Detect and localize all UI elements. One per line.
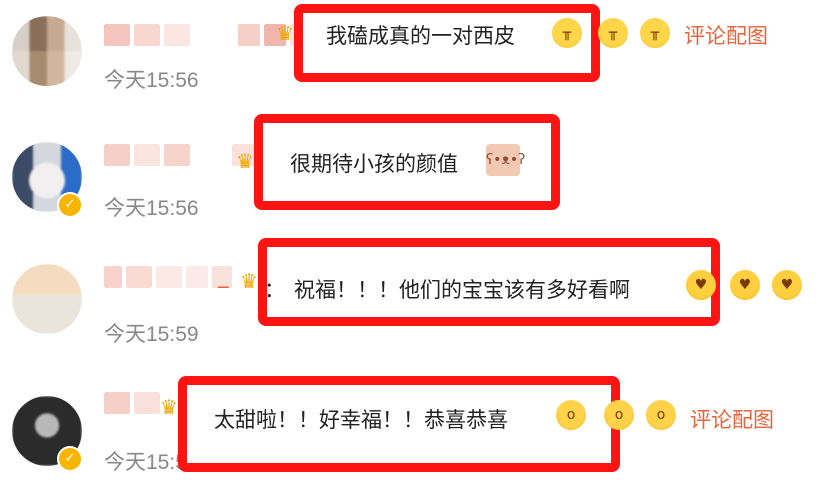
crying-face-icon: ╥ bbox=[598, 18, 628, 48]
comment-text: 我磕成真的一对西皮 bbox=[326, 24, 515, 48]
kissing-face-icon: ♥ bbox=[730, 270, 760, 300]
comment-text: 很期待小孩的颜值 bbox=[290, 152, 458, 176]
comment-list: ♛ 今天15:56 我磕成真的一对西皮 ╥ ╥ ╥ 评论配图 ✓ ♛ 今天15:… bbox=[0, 0, 824, 488]
crying-face-icon: ╥ bbox=[640, 18, 670, 48]
username-redacted[interactable] bbox=[104, 266, 232, 288]
comment-time: 今天15:59 bbox=[104, 323, 199, 346]
comment-colon: ： bbox=[264, 278, 285, 302]
username-redacted[interactable] bbox=[104, 392, 160, 414]
verified-badge-icon: ✓ bbox=[57, 446, 83, 472]
username-tail: _ bbox=[218, 264, 229, 288]
comment-item: _ ♛ ： 今天15:59 祝福！！！他们的宝宝该有多好看啊 ♥ ♥ ♥ bbox=[0, 238, 824, 362]
crown-icon: ♛ bbox=[240, 269, 258, 293]
username-redacted[interactable] bbox=[104, 144, 254, 166]
crying-face-icon: ╥ bbox=[552, 18, 582, 48]
verified-badge-icon: ✓ bbox=[57, 192, 83, 218]
kissing-face-icon: ♥ bbox=[772, 270, 802, 300]
comment-item: ♛ 今天15:56 我磕成真的一对西皮 ╥ ╥ ╥ 评论配图 bbox=[0, 0, 824, 120]
comment-image-link[interactable]: 评论配图 bbox=[690, 404, 774, 434]
comment-item: ✓ ♛ 今天15:57 太甜啦！！好幸福！！恭喜恭喜 o o o 评论配图 bbox=[0, 368, 824, 488]
comment-time: 今天15:56 bbox=[104, 197, 199, 220]
avatar[interactable] bbox=[12, 16, 82, 86]
avatar[interactable] bbox=[12, 264, 82, 334]
crown-icon: ♛ bbox=[276, 21, 294, 45]
crown-icon: ♛ bbox=[236, 149, 254, 173]
sticker-icon: ʕ•ᴥ•ʔ bbox=[486, 144, 525, 176]
comment-item: ✓ ♛ 今天15:56 很期待小孩的颜值 ʕ•ᴥ•ʔ bbox=[0, 114, 824, 240]
shocked-face-icon: o bbox=[604, 400, 634, 430]
comment-text: 祝福！！！他们的宝宝该有多好看啊 bbox=[294, 278, 630, 302]
comment-text: 太甜啦！！好幸福！！恭喜恭喜 bbox=[214, 408, 508, 432]
shocked-face-icon: o bbox=[556, 400, 586, 430]
kissing-face-icon: ♥ bbox=[686, 270, 716, 300]
crown-icon: ♛ bbox=[160, 395, 178, 419]
shocked-face-icon: o bbox=[646, 400, 676, 430]
comment-image-link[interactable]: 评论配图 bbox=[684, 20, 768, 50]
comment-time: 今天15:56 bbox=[104, 69, 199, 92]
